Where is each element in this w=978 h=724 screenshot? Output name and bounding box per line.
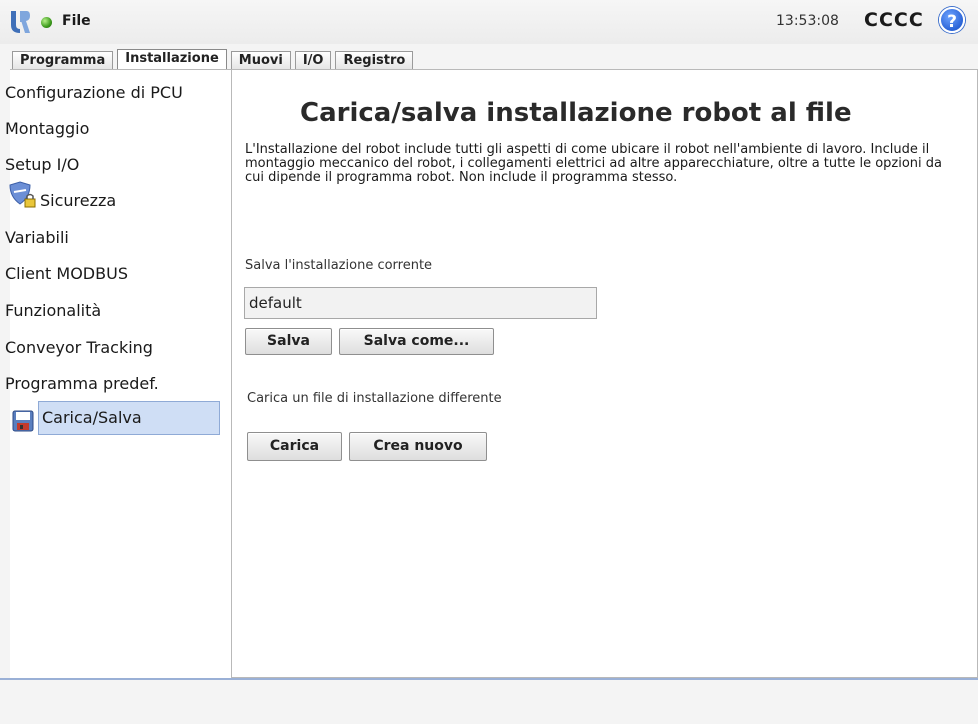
sidebar-item-setup-io[interactable]: Setup I/O (5, 155, 79, 174)
sidebar-item-programma-predef[interactable]: Programma predef. (5, 374, 159, 393)
tab-programma[interactable]: Programma (12, 51, 114, 70)
save-section-label: Salva l'installazione corrente (245, 258, 433, 273)
universal-robots-logo-icon (11, 11, 30, 33)
top-bar: File 13:53:08 CCCC ? (0, 0, 978, 44)
sidebar-item-configurazione-pcu[interactable]: Configurazione di PCU (5, 83, 183, 102)
floppy-disk-icon (12, 410, 34, 432)
create-new-button[interactable]: Crea nuovo (349, 432, 487, 461)
sidebar-item-variabili[interactable]: Variabili (5, 228, 69, 247)
tab-muovi[interactable]: Muovi (230, 51, 291, 70)
installation-name-field[interactable] (244, 287, 597, 319)
robot-name: CCCC (864, 9, 924, 31)
help-icon[interactable]: ? (939, 7, 965, 33)
sidebar-item-sicurezza[interactable]: Sicurezza (40, 191, 116, 210)
clock: 13:53:08 (776, 13, 839, 29)
page-title: Carica/salva installazione robot al file (300, 98, 852, 128)
sidebar-item-conveyor-tracking[interactable]: Conveyor Tracking (5, 338, 153, 357)
file-menu[interactable]: File (62, 13, 91, 29)
save-as-button[interactable]: Salva come... (339, 328, 494, 355)
load-button[interactable]: Carica (247, 432, 342, 461)
load-section-label: Carica un file di installazione differen… (247, 391, 502, 406)
tab-installazione[interactable]: Installazione (117, 49, 227, 70)
sidebar-item-montaggio[interactable]: Montaggio (5, 119, 89, 138)
main-tabs: Programma Installazione Muovi I/O Regist… (12, 49, 414, 70)
shield-lock-icon (9, 181, 36, 208)
status-dot-icon (41, 17, 52, 28)
sidebar-item-client-modbus[interactable]: Client MODBUS (5, 264, 128, 283)
page-description: L'Installazione del robot include tutti … (245, 142, 943, 185)
sidebar-item-funzionalita[interactable]: Funzionalità (5, 301, 101, 320)
save-button[interactable]: Salva (245, 328, 332, 355)
footer-divider (0, 678, 978, 680)
tab-registro[interactable]: Registro (335, 51, 414, 70)
sidebar-item-carica-salva[interactable]: Carica/Salva (38, 401, 220, 435)
tab-io[interactable]: I/O (294, 51, 332, 70)
